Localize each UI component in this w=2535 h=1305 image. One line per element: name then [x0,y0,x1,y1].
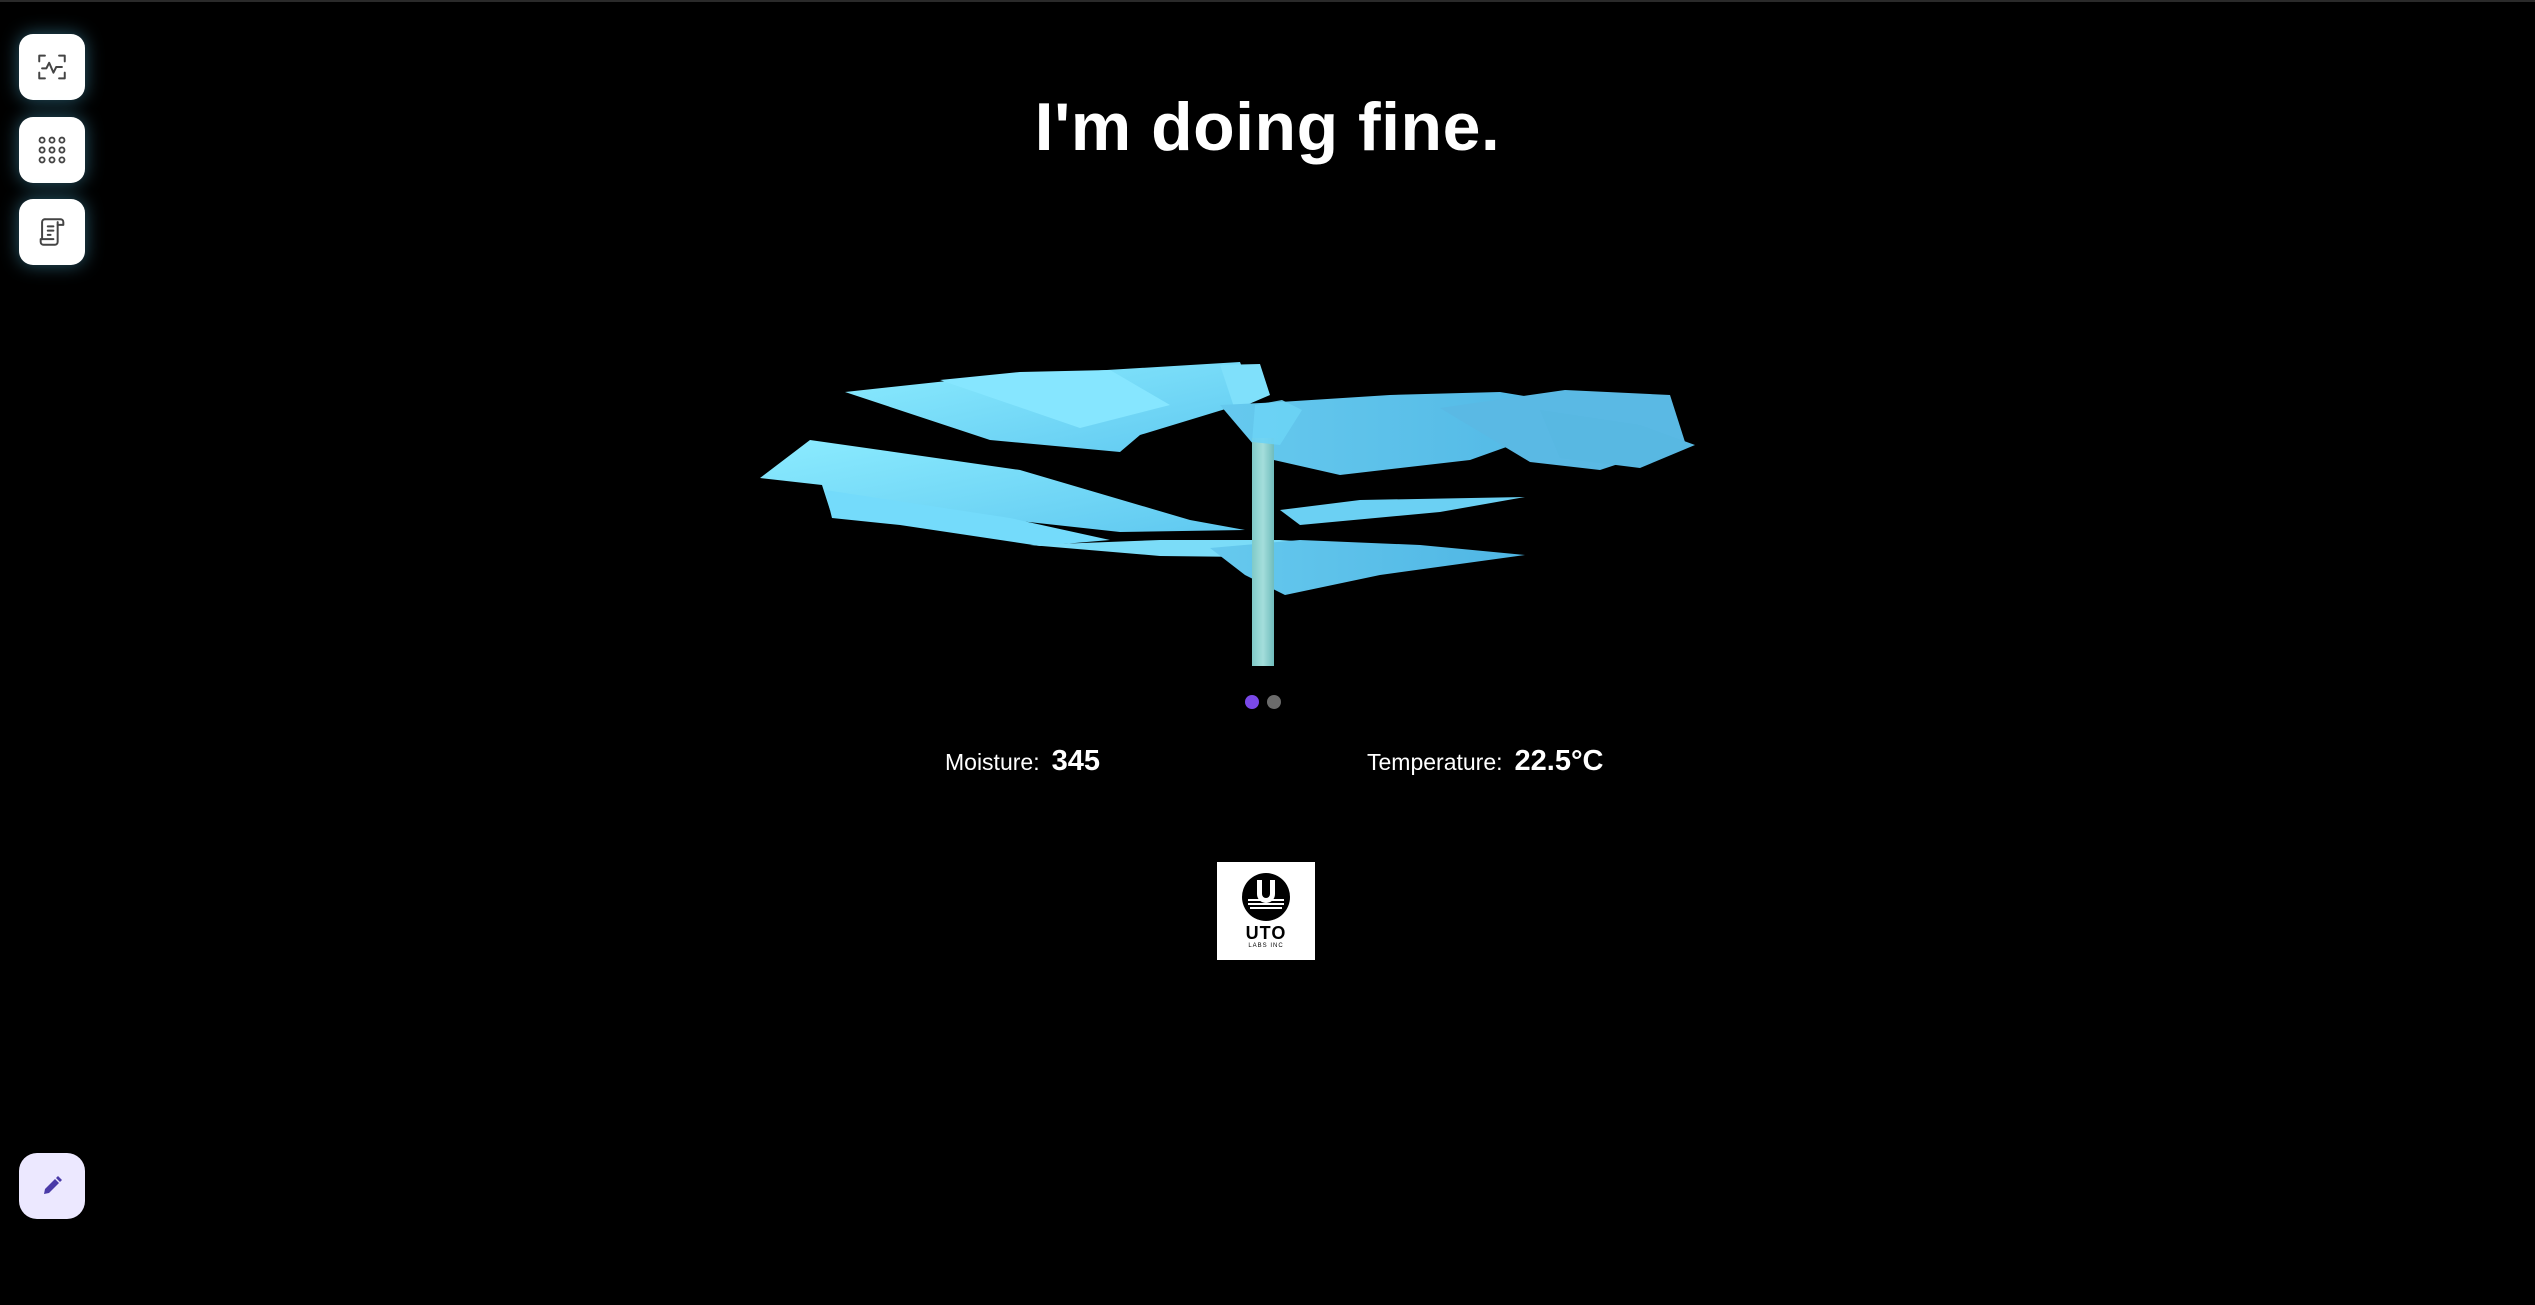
moisture-label: Moisture: [945,749,1040,775]
temperature-reading: Temperature: 22.5°C [1367,745,1604,778]
carousel-dot-1[interactable] [1245,695,1259,709]
temperature-label: Temperature: [1367,749,1503,775]
carousel-indicator [1245,695,1281,709]
uto-labs-logo: UTO LABS INC [1217,862,1315,960]
top-border [0,0,2535,2]
logo-subtext: LABS INC [1248,943,1284,949]
logo-text: UTO [1245,923,1287,943]
status-message: I'm doing fine. [1034,89,1501,165]
pencil-icon [44,1176,62,1194]
plant-3d-illustration [760,362,1695,666]
moisture-reading: Moisture: 345 [945,745,1100,778]
logs-button[interactable] [19,199,85,265]
moisture-value: 345 [1051,745,1100,777]
temperature-value: 22.5°C [1514,745,1604,777]
edit-button[interactable] [19,1153,85,1219]
logo-emblem [1242,873,1290,921]
scan-vitals-icon [38,54,66,80]
carousel-dot-2[interactable] [1267,695,1281,709]
log-scroll-icon [39,218,65,246]
